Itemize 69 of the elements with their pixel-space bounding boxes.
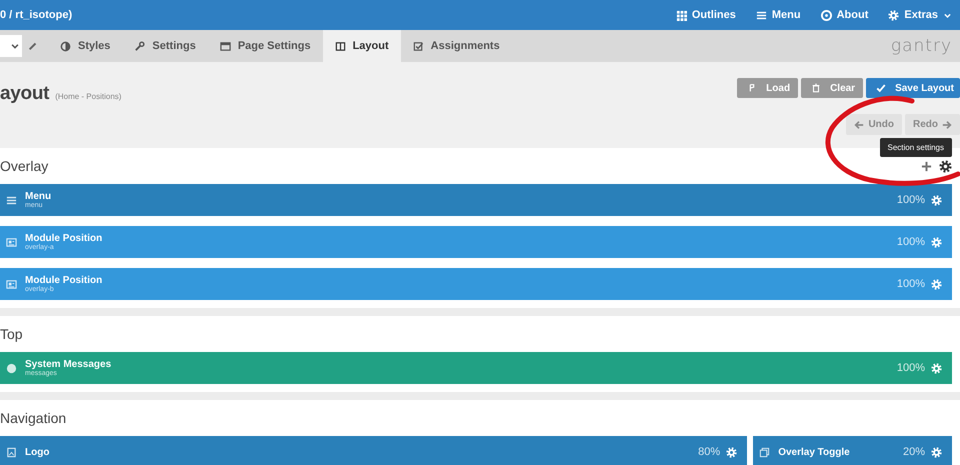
particle-settings-button[interactable] xyxy=(931,278,942,290)
particle-title: Menu xyxy=(25,190,52,202)
section-title: Top xyxy=(0,326,23,342)
particle-block[interactable]: Logo 80% xyxy=(0,436,748,465)
particle-settings-button[interactable] xyxy=(931,362,942,374)
arrow-right-icon xyxy=(942,120,952,130)
tab[interactable]: Settings xyxy=(122,30,208,62)
particle-settings-button[interactable] xyxy=(726,446,738,458)
section-title: Overlay xyxy=(0,158,48,174)
particle-title: System Messages xyxy=(25,358,112,370)
settings-icon xyxy=(931,194,942,206)
section-settings-button[interactable] xyxy=(939,160,952,172)
settings-icon xyxy=(888,10,900,20)
checkbox-icon xyxy=(412,40,424,52)
particle-title: Overlay Toggle xyxy=(778,446,850,458)
select-field[interactable] xyxy=(0,35,22,57)
load-button[interactable]: Load xyxy=(737,78,798,98)
particle-title: Module Position xyxy=(25,232,102,244)
arrow-left-icon xyxy=(854,120,864,130)
settings-icon xyxy=(939,160,952,172)
tab[interactable]: Styles xyxy=(48,30,122,62)
width-percent: 20% xyxy=(902,446,925,458)
particle-settings-button[interactable] xyxy=(931,236,942,248)
save-layout-button[interactable]: Save Layout xyxy=(866,78,960,98)
particle-title: Logo xyxy=(25,446,50,458)
module-icon xyxy=(6,278,17,290)
add-button[interactable] xyxy=(921,160,932,172)
settings-icon xyxy=(931,362,942,374)
nav-link[interactable]: Extras xyxy=(888,9,952,21)
section-title: Navigation xyxy=(0,410,66,426)
plus-icon xyxy=(921,160,932,172)
pencil-icon xyxy=(28,41,38,51)
settings-icon xyxy=(931,278,942,290)
width-percent: 100% xyxy=(896,194,925,206)
contrast-icon xyxy=(60,40,71,52)
menu-icon xyxy=(6,194,17,206)
wrench-icon xyxy=(134,40,146,52)
breadcrumb-subtitle: (Home - Positions) xyxy=(55,92,122,101)
particle-block[interactable]: Overlay Toggle 20% xyxy=(753,436,952,465)
particle-settings-button[interactable] xyxy=(931,446,942,458)
nav-link[interactable]: Outlines xyxy=(676,9,736,21)
trash-icon xyxy=(811,83,822,93)
page-title: ayout xyxy=(0,83,50,105)
nav-link[interactable]: About xyxy=(820,9,868,21)
settings-icon xyxy=(726,446,738,458)
width-percent: 80% xyxy=(698,446,720,458)
particle-settings-button[interactable] xyxy=(931,194,942,206)
breadcrumb: 0 / rt_isotope) xyxy=(0,9,72,21)
tooltip: Section settings xyxy=(880,138,952,157)
tab[interactable]: Layout xyxy=(322,30,401,62)
copy-icon xyxy=(759,446,770,458)
nav-link[interactable]: Menu xyxy=(756,9,801,21)
menu-icon xyxy=(756,10,767,20)
tab[interactable]: Assignments xyxy=(400,30,512,62)
width-percent: 100% xyxy=(896,278,925,290)
width-percent: 100% xyxy=(896,236,925,248)
module-icon xyxy=(6,236,17,248)
tab[interactable]: Page Settings xyxy=(208,30,323,62)
clear-button[interactable]: Clear xyxy=(801,78,864,98)
width-percent: 100% xyxy=(896,362,925,374)
logo: gantry xyxy=(890,36,953,56)
settings-icon xyxy=(931,236,942,248)
settings-icon xyxy=(931,446,942,458)
particle-title: Module Position xyxy=(25,274,102,286)
checkmark-icon xyxy=(876,83,886,93)
image-icon xyxy=(6,446,17,458)
grid-icon xyxy=(676,10,687,20)
window-icon xyxy=(220,40,231,52)
columns-icon xyxy=(334,40,346,52)
